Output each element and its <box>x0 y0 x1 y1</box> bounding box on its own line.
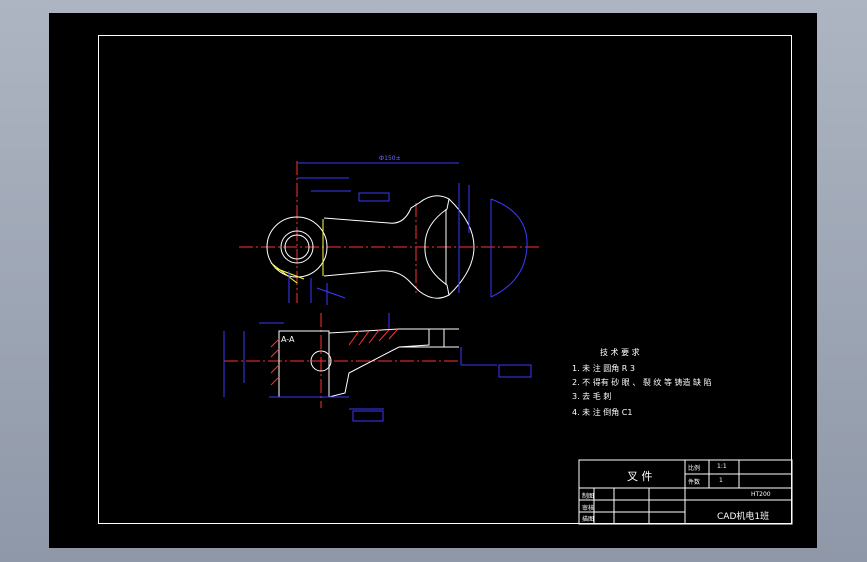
tech-requirement-3: 3. 去 毛 刺 <box>572 392 612 401</box>
scale-label: 比例 <box>688 465 701 472</box>
approved-by-label: 描图 <box>582 516 595 523</box>
company: CAD机电1班 <box>717 512 770 522</box>
drawing-canvas: Ф150± A-A 技 术 要 求 1. 未 注 圆角 R 3 2. 不 得有 … <box>49 13 817 548</box>
tech-requirement-4: 4. 未 注 倒角 C1 <box>572 408 633 417</box>
tech-requirement-2: 2. 不 得有 砂 眼 、 裂 纹 等 铸造 缺 陷 <box>572 378 712 387</box>
tech-requirement-1: 1. 未 注 圆角 R 3 <box>572 364 635 373</box>
overall-length-dim: Ф150± <box>379 155 401 162</box>
tech-requirements-title: 技 术 要 求 <box>600 348 640 357</box>
technical-drawing <box>223 161 793 525</box>
quantity-label: 件数 <box>688 479 701 486</box>
quantity-value: 1 <box>719 477 723 484</box>
scale-value: 1:1 <box>717 463 727 470</box>
part-name: 叉 件 <box>627 470 653 483</box>
section-label: A-A <box>281 335 295 344</box>
top-view <box>239 161 539 305</box>
front-view <box>223 313 532 422</box>
material: HT200 <box>751 491 771 498</box>
checked-by-label: 审核 <box>582 505 595 512</box>
drawn-by-label: 制图 <box>582 493 595 500</box>
